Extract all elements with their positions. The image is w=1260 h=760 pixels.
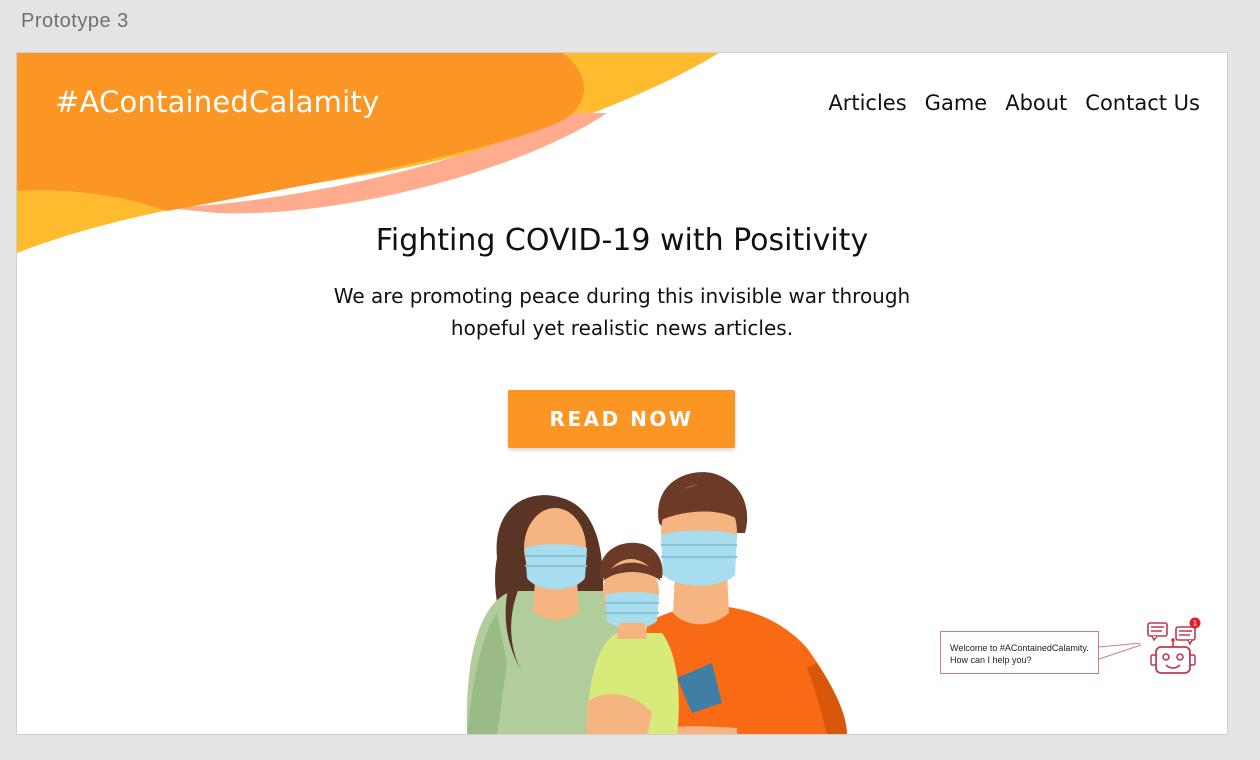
masked-family-illustration — [466, 472, 847, 734]
site-logo[interactable]: #AContainedCalamity — [55, 85, 379, 119]
artboard-label: Prototype 3 — [21, 10, 129, 32]
prototype-artboard: #AContainedCalamity Articles Game About … — [16, 52, 1228, 735]
notification-badge-count: 1 — [1193, 620, 1197, 628]
chatbot-message-line-2: How can I help you? — [950, 655, 1032, 665]
hero-subtitle-line-1: We are promoting peace during this invis… — [333, 284, 911, 308]
nav-item-articles[interactable]: Articles — [828, 91, 906, 115]
hero-subtitle: We are promoting peace during this invis… — [307, 280, 937, 344]
nav-item-game[interactable]: Game — [925, 91, 988, 115]
read-now-button[interactable]: READ NOW — [508, 390, 735, 448]
robot-chat-icon[interactable]: 1 — [1142, 615, 1204, 677]
main-nav: Articles Game About Contact Us — [828, 91, 1200, 115]
hero-subtitle-line-2: hopeful yet realistic news articles. — [450, 316, 794, 340]
nav-item-about[interactable]: About — [1005, 91, 1067, 115]
nav-item-contact-us[interactable]: Contact Us — [1085, 91, 1200, 115]
hero-title: Fighting COVID-19 with Positivity — [375, 223, 869, 258]
chatbot-welcome-bubble: Welcome to #AContainedCalamity. How can … — [940, 631, 1099, 674]
chatbot-message-line-1: Welcome to #AContainedCalamity. — [950, 643, 1089, 653]
chat-bubble-tail — [1099, 643, 1142, 660]
